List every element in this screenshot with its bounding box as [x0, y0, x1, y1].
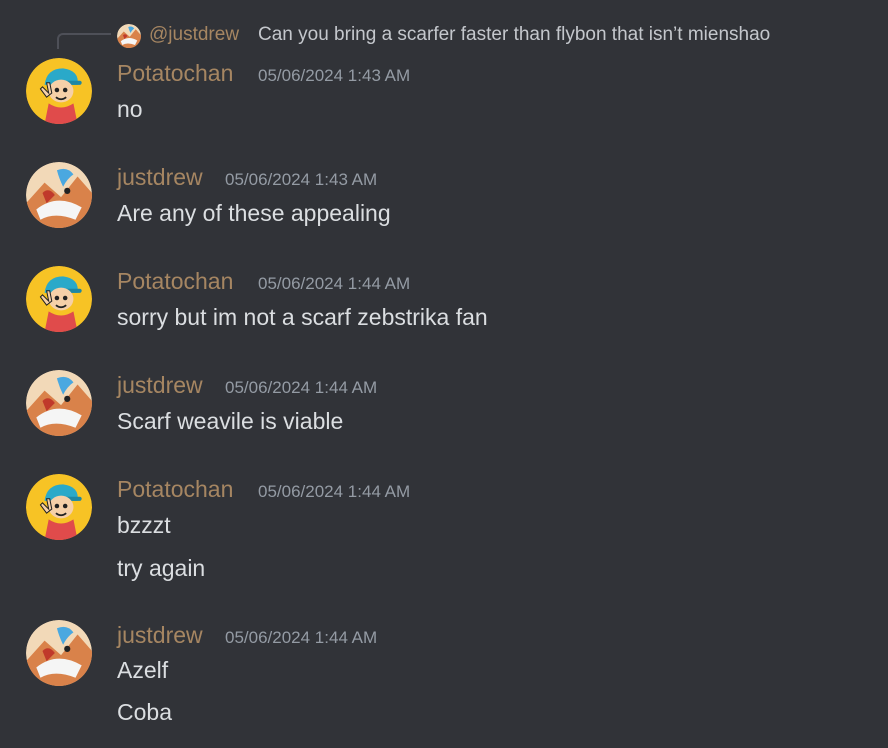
- message: justdrew 05/06/2024 1:44 AM Azelf Coba: [0, 620, 888, 740]
- avatar[interactable]: [26, 58, 92, 124]
- message: Potatochan 05/06/2024 1:43 AM no: [0, 58, 888, 148]
- timestamp[interactable]: 05/06/2024 1:43 AM: [225, 170, 377, 190]
- message: Potatochan 05/06/2024 1:44 AM bzzzt try …: [0, 474, 888, 604]
- author-name[interactable]: Potatochan: [117, 476, 233, 503]
- reply-author[interactable]: @justdrew: [149, 24, 239, 46]
- message-text: Scarf weavile is viable: [117, 408, 344, 434]
- author-name[interactable]: justdrew: [117, 372, 203, 399]
- message: justdrew 05/06/2024 1:44 AM Scarf weavil…: [0, 370, 888, 460]
- avatar[interactable]: [26, 162, 92, 228]
- potatochan-avatar-icon: [26, 474, 92, 540]
- timestamp[interactable]: 05/06/2024 1:43 AM: [258, 66, 410, 86]
- reply-avatar[interactable]: [117, 24, 141, 48]
- message-text: try again: [117, 555, 206, 581]
- avatar[interactable]: [26, 370, 92, 436]
- message-text: Are any of these appealing: [117, 200, 391, 226]
- author-name[interactable]: justdrew: [117, 622, 203, 649]
- message: Potatochan 05/06/2024 1:44 AM sorry but …: [0, 266, 888, 356]
- message-text: bzzzt: [117, 512, 171, 538]
- justdrew-avatar-icon: [26, 162, 92, 228]
- reply-spine: [57, 33, 111, 49]
- reply-text[interactable]: Can you bring a scarfer faster than flyb…: [258, 24, 770, 46]
- justdrew-avatar-icon: [26, 620, 92, 686]
- author-name[interactable]: justdrew: [117, 164, 203, 191]
- timestamp[interactable]: 05/06/2024 1:44 AM: [225, 378, 377, 398]
- timestamp[interactable]: 05/06/2024 1:44 AM: [258, 482, 410, 502]
- author-name[interactable]: Potatochan: [117, 268, 233, 295]
- message-text: Coba: [117, 699, 172, 725]
- message-text: no: [117, 96, 143, 122]
- justdrew-avatar-icon: [26, 370, 92, 436]
- reply-preview[interactable]: @justdrew Can you bring a scarfer faster…: [0, 22, 888, 49]
- avatar[interactable]: [26, 474, 92, 540]
- justdrew-avatar-icon: [117, 24, 141, 48]
- author-name[interactable]: Potatochan: [117, 60, 233, 87]
- avatar[interactable]: [26, 620, 92, 686]
- message-text: sorry but im not a scarf zebstrika fan: [117, 304, 488, 330]
- timestamp[interactable]: 05/06/2024 1:44 AM: [225, 628, 377, 648]
- timestamp[interactable]: 05/06/2024 1:44 AM: [258, 274, 410, 294]
- potatochan-avatar-icon: [26, 58, 92, 124]
- potatochan-avatar-icon: [26, 266, 92, 332]
- avatar[interactable]: [26, 266, 92, 332]
- message-text: Azelf: [117, 657, 169, 683]
- message: justdrew 05/06/2024 1:43 AM Are any of t…: [0, 162, 888, 252]
